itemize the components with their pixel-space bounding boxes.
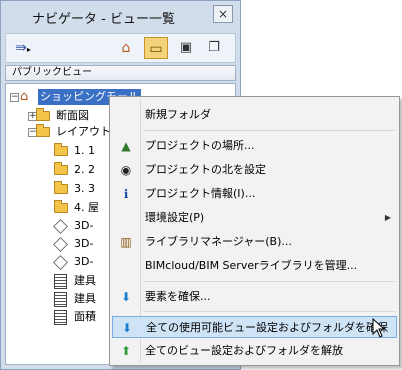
project-map-button[interactable]: ⌂ xyxy=(114,37,138,59)
folder-icon xyxy=(36,124,50,137)
tree-item-label: 3. 3 xyxy=(74,182,95,195)
menu-item-label: プロジェクトの場所... xyxy=(145,139,255,152)
location-icon: ▲ xyxy=(121,139,131,153)
menu-item-set-north[interactable]: ◉ プロジェクトの北を設定 xyxy=(112,159,397,181)
menu-separator xyxy=(143,130,395,131)
release-upload-icon: ⬆ xyxy=(120,344,132,358)
folder-icon xyxy=(54,143,68,156)
tree-item-label: 2. 2 xyxy=(74,163,95,176)
house-icon: ⌂ xyxy=(20,89,29,104)
menu-item-new-folder[interactable]: 新規フォルダ xyxy=(112,104,397,126)
tree-item-label: 建具 xyxy=(74,274,96,287)
tree-item[interactable]: 3. 3 xyxy=(54,181,95,197)
reserve-download-icon: ⬇ xyxy=(121,321,133,335)
menu-item-release-all-views[interactable]: ⬆ 全てのビュー設定およびフォルダを解放 xyxy=(112,340,397,362)
publish-button[interactable]: ⇛▸ xyxy=(9,37,37,59)
tree-item-label: 建具 xyxy=(74,292,96,305)
folder-icon xyxy=(54,162,68,175)
info-icon: ℹ xyxy=(123,187,129,201)
context-menu: 新規フォルダ ▲ プロジェクトの場所... ◉ プロジェクトの北を設定 ℹ プロ… xyxy=(109,96,400,366)
view-map-icon: ▭ xyxy=(149,41,163,57)
menu-item-label: 全てのビュー設定およびフォルダを解放 xyxy=(145,344,343,357)
tree-item-label: レイアウト xyxy=(56,125,111,138)
tree-item[interactable]: 3D- xyxy=(53,236,93,252)
tree-item[interactable]: 面積 xyxy=(54,309,96,325)
tree-item-label: 3D- xyxy=(74,255,94,268)
tree-item-label: 4. 屋 xyxy=(74,201,99,214)
view-type-dropdown[interactable]: パブリックビュー xyxy=(5,65,236,81)
window-title: ナビゲータ - ビュー一覧 xyxy=(32,12,175,27)
tree-item[interactable]: 3D- xyxy=(53,254,93,270)
menu-item-label: 新規フォルダ xyxy=(145,108,211,121)
tree-item[interactable]: − レイアウト xyxy=(28,124,111,140)
layout-book-icon: ▣ xyxy=(179,40,193,55)
tree-item-label: 3D- xyxy=(74,219,94,232)
menu-item-manage-bimcloud[interactable]: BIMcloud/BIM Serverライブラリを管理... xyxy=(112,255,397,277)
3d-view-icon xyxy=(53,236,68,252)
library-icon: ▥ xyxy=(120,235,132,249)
project-map-icon: ⌂ xyxy=(121,40,131,56)
menu-item-label: ライブラリマネージャー(B)... xyxy=(145,235,292,248)
tree-item-label: 断面図 xyxy=(56,109,89,122)
tree-item[interactable]: 建具 xyxy=(54,273,96,289)
view-map-button[interactable]: ▭ xyxy=(144,37,168,59)
menu-item-library-manager[interactable]: ▥ ライブラリマネージャー(B)... xyxy=(112,231,397,253)
folder-icon xyxy=(54,200,68,213)
menu-item-reserve-elements[interactable]: ⬇ 要素を確保... xyxy=(112,286,397,308)
tree-item-label: 面積 xyxy=(74,310,96,323)
menu-item-project-info[interactable]: ℹ プロジェクト情報(I)... xyxy=(112,183,397,205)
mouse-cursor-icon xyxy=(372,318,386,338)
menu-item-label: プロジェクトの北を設定 xyxy=(145,163,266,176)
menu-item-label: BIMcloud/BIM Serverライブラリを管理... xyxy=(145,259,358,272)
dropdown-value: パブリックビュー xyxy=(12,67,92,78)
menu-item-project-location[interactable]: ▲ プロジェクトの場所... xyxy=(112,135,397,157)
folder-icon xyxy=(36,108,50,121)
tree-item[interactable]: 建具 xyxy=(54,291,96,307)
publisher-sets-button[interactable]: ❐ xyxy=(202,37,226,59)
menu-item-preferences[interactable]: 環境設定(P) ▶ xyxy=(112,207,397,229)
reserve-download-icon: ⬇ xyxy=(120,290,132,304)
schedule-icon xyxy=(54,291,67,307)
tree-item[interactable]: 2. 2 xyxy=(54,162,95,178)
navigator-toolbar: ⇛▸ ⌂ ▭ ▣ ❐ xyxy=(5,33,236,63)
tree-item-label: 1. 1 xyxy=(74,144,95,157)
tree-item[interactable]: 3D- xyxy=(53,218,93,234)
publisher-sets-icon: ❐ xyxy=(208,40,220,55)
collapse-toggle[interactable]: − xyxy=(10,93,19,102)
publish-icon: ⇛ xyxy=(15,40,27,56)
folder-icon xyxy=(54,181,68,194)
menu-separator xyxy=(143,281,395,282)
schedule-icon xyxy=(54,273,67,289)
tree-item-label: 3D- xyxy=(74,237,94,250)
menu-item-label: 要素を確保... xyxy=(145,290,211,303)
menu-item-reserve-all-views[interactable]: ⬇ 全ての使用可能ビュー設定およびフォルダを確保 xyxy=(112,316,397,338)
menu-item-label: プロジェクト情報(I)... xyxy=(145,187,256,200)
close-button[interactable]: × xyxy=(213,5,233,23)
compass-icon: ◉ xyxy=(120,163,132,177)
tree-item[interactable]: 4. 屋 xyxy=(54,200,99,216)
menu-item-label: 全ての使用可能ビュー設定およびフォルダを確保 xyxy=(146,321,388,334)
menu-item-label: 環境設定(P) xyxy=(145,211,205,224)
menu-separator xyxy=(143,311,395,312)
3d-view-icon xyxy=(53,218,68,234)
tree-item[interactable]: + 断面図 xyxy=(28,108,89,124)
3d-view-icon xyxy=(53,254,68,270)
tree-item[interactable]: 1. 1 xyxy=(54,143,95,159)
layout-book-button[interactable]: ▣ xyxy=(174,37,198,59)
schedule-icon xyxy=(54,309,67,325)
submenu-arrow-icon: ▶ xyxy=(384,213,391,222)
